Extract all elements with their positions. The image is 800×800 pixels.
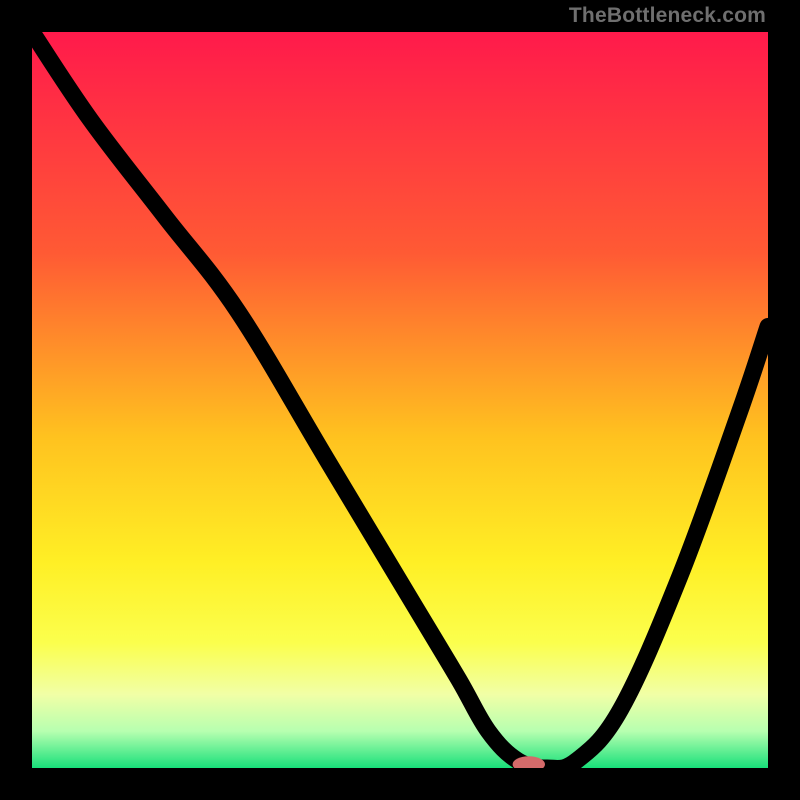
plot-area — [32, 32, 768, 768]
chart-svg — [32, 32, 768, 768]
chart-frame: TheBottleneck.com — [0, 0, 800, 800]
gradient-background — [32, 32, 768, 768]
watermark-text: TheBottleneck.com — [569, 4, 766, 28]
